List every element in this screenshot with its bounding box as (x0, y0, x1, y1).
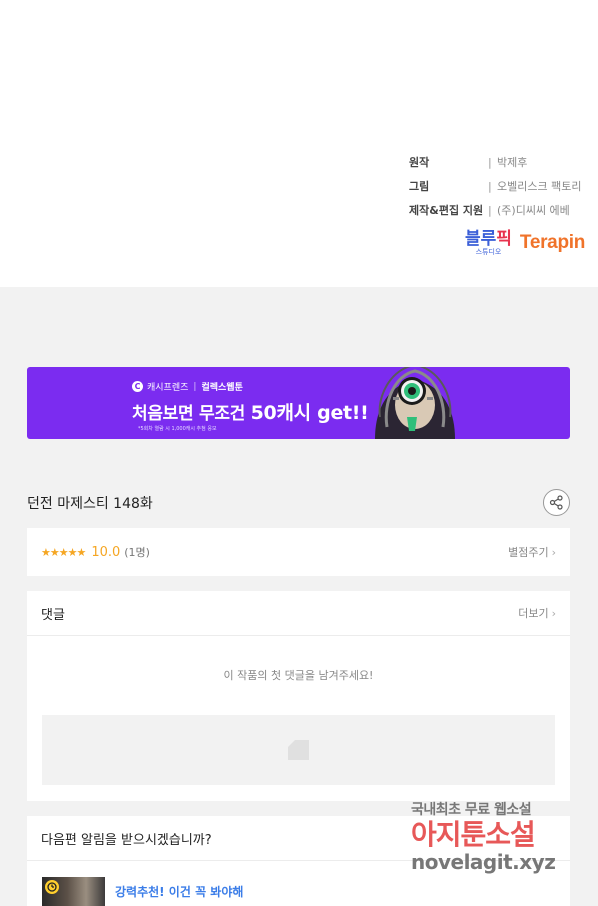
credits-section: 원작 | 박제후 그림 | 오벨리스크 팩토리 제작&편집 지원 | (주)디씨… (0, 0, 598, 287)
terapin-logo: Terapin (519, 232, 586, 253)
banner-character-art (375, 367, 455, 439)
credit-row-production: 제작&편집 지원 | (주)디씨씨 에베 (409, 198, 594, 222)
more-button-label: 더보기 (518, 607, 549, 620)
site-watermark: 국내최초 무료 웹소설 아지툰소설 novelagit.xyz (411, 799, 591, 889)
banner-divider: | (193, 381, 197, 392)
banner-brand-line: C 캐시프렌즈 | 컬렉스웹툰 (132, 380, 243, 393)
recommend-thumbnail (42, 877, 105, 906)
credit-role: 원작 (409, 156, 430, 169)
banner-headline: 처음보면 무조건 50캐시 get!! (132, 398, 369, 425)
rate-button[interactable]: 별점주기 › (508, 544, 556, 560)
banner-note: *5회차 열람 시 1,000캐시 추첨 응모 (138, 426, 217, 432)
credit-row-original: 원작 | 박제후 (409, 150, 594, 174)
credit-separator: | (488, 179, 492, 193)
watermark-line2: 아지툰소설 (411, 818, 536, 851)
clock-icon (45, 880, 59, 894)
banner-headline-pre: 처음보면 무조건 (132, 404, 251, 424)
episode-title: 던전 마제스티 148화 (27, 496, 153, 512)
banner-headline-big: 50캐시 get!! (250, 402, 369, 424)
bluepick-logo-accent: 픽 (496, 229, 512, 249)
chevron-right-icon: › (551, 606, 556, 620)
share-button[interactable] (543, 489, 570, 516)
promo-banner[interactable]: C 캐시프렌즈 | 컬렉스웹툰 처음보면 무조건 50캐시 get!! *5회차… (27, 367, 570, 439)
bluepick-logo: 블루픽 스튜디오 (465, 230, 512, 256)
studio-logos: 블루픽 스튜디오 Terapin (465, 230, 585, 256)
recommend-text: 강력추천! 이건 꼭 봐야해 (115, 885, 244, 899)
comments-section: 댓글 더보기 › 이 작품의 첫 댓글을 남겨주세요! (27, 591, 570, 801)
credit-name: 박제후 (497, 156, 528, 169)
comments-header: 댓글 더보기 › (27, 591, 570, 636)
credit-separator: | (488, 155, 492, 169)
credit-separator: | (488, 203, 492, 217)
comment-placeholder-icon (288, 740, 309, 760)
credit-role: 그림 (409, 180, 430, 193)
share-icon (549, 495, 563, 510)
watermark-line1: 국내최초 무료 웹소설 (411, 802, 532, 818)
rate-button-label: 별점주기 (508, 546, 549, 559)
bluepick-logo-main: 블루 (465, 229, 497, 249)
credits-list: 원작 | 박제후 그림 | 오벨리스크 팩토리 제작&편집 지원 | (주)디씨… (409, 150, 594, 222)
rating-box: ★★★★★ 10.0 (1명) 별점주기 › (27, 528, 570, 576)
banner-partner: 컬렉스웹툰 (201, 383, 243, 393)
rating-score: 10.0 (91, 544, 121, 560)
credit-name: 오벨리스크 팩토리 (497, 180, 582, 193)
rating-stars: ★★★★★ (41, 545, 86, 559)
empty-comments-message: 이 작품의 첫 댓글을 남겨주세요! (223, 669, 374, 682)
banner-brand: 캐시프렌즈 (147, 383, 189, 393)
watermark-line3: novelagit.xyz (411, 850, 556, 874)
credit-role: 제작&편집 지원 (409, 204, 484, 217)
comments-title: 댓글 (41, 607, 65, 623)
cash-c-icon: C (132, 381, 143, 392)
comment-input-area[interactable] (42, 715, 555, 785)
bluepick-logo-sub: 스튜디오 (475, 248, 502, 256)
recommend-item[interactable]: 강력추천! 이건 꼭 봐야해 (42, 877, 243, 906)
chevron-right-icon: › (551, 545, 556, 559)
credit-name: (주)디씨씨 에베 (497, 204, 570, 217)
rating-count: (1명) (124, 546, 150, 559)
comments-more-button[interactable]: 더보기 › (518, 605, 556, 621)
credit-row-art: 그림 | 오벨리스크 팩토리 (409, 174, 594, 198)
